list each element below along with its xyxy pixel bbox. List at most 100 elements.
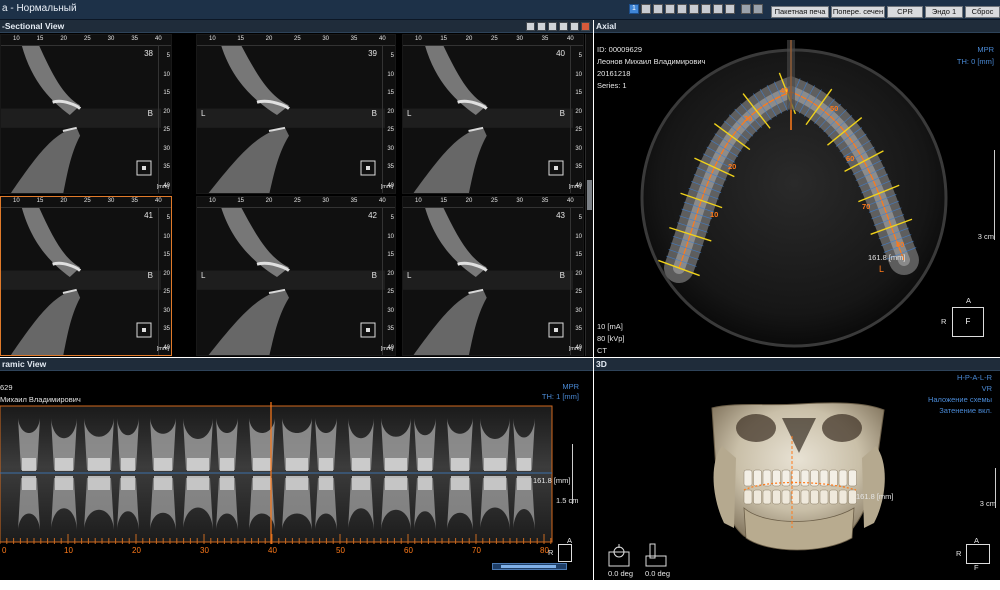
cross-section-left-label: L	[201, 108, 206, 118]
ruler-tick: 30	[107, 198, 115, 204]
arch-label-30: 30	[744, 114, 753, 123]
ruler-tick: 35	[131, 198, 139, 204]
layout-2-button[interactable]	[641, 4, 651, 14]
reset-button[interactable]: Сброс	[965, 6, 1000, 18]
ruler-tick: 15	[36, 198, 44, 204]
3d-rotation-2: 0.0 deg	[645, 569, 671, 578]
pano-axis-label: 10	[64, 546, 73, 555]
ruler-tick: 40	[379, 198, 386, 204]
vruler-tick: 5	[390, 215, 394, 221]
3d-orient-r: R	[956, 549, 962, 558]
3d-measurement: 161.8 [mm]	[856, 492, 894, 501]
pano-axis-label: 0	[2, 546, 7, 555]
ruler-tick: 10	[209, 36, 216, 42]
vruler-tick: 35	[575, 326, 582, 333]
vruler-tick: 5	[578, 53, 582, 59]
axial-image[interactable]	[594, 20, 1000, 357]
cross-section-cell-38[interactable]: 10 15 20 25 30 35 40 5 10 15 20 25 30 35 40 38 B [mm]	[0, 34, 172, 194]
vruler-tick: 15	[163, 90, 170, 97]
layout-1-button[interactable]: 1	[629, 4, 639, 14]
cross-section-unit: [mm]	[156, 184, 169, 190]
3d-orientation-cube[interactable]	[966, 544, 990, 564]
cross-sectional-panel[interactable]: -Sectional View 10 15 20 25 30 35 40 5 10 15 20 25 3…	[0, 20, 593, 357]
cross-section-button[interactable]: Попере. сечен	[831, 6, 885, 18]
panoramic-image[interactable]: 0 10 20 30 40 50 60 70 80	[0, 358, 593, 580]
vruler-tick: 5	[390, 53, 394, 59]
window-title: а - Нормальный	[2, 3, 77, 14]
panel-menu-icon[interactable]	[526, 22, 535, 31]
ruler-tick: 25	[294, 36, 301, 42]
vruler-tick: 15	[387, 252, 394, 259]
ruler-tick: 30	[322, 198, 330, 204]
close-layout-icon[interactable]	[753, 4, 763, 14]
cross-section-vruler: 5 10 15 20 25 30 35 40	[382, 207, 395, 355]
vruler-tick: 25	[163, 289, 170, 296]
vruler-tick: 5	[578, 215, 582, 221]
panel-restore-icon[interactable]	[570, 22, 579, 31]
title-bar: а - Нормальный 1 Пакетная печа Попере. с…	[0, 0, 1000, 20]
cross-section-unit: [mm]	[156, 346, 169, 352]
cross-section-number: 41	[144, 211, 153, 220]
axial-scale: 3 cm	[977, 232, 994, 241]
vruler-tick: 10	[387, 71, 394, 78]
layout-6-button[interactable]	[689, 4, 699, 14]
vruler-tick: 10	[163, 71, 170, 78]
layout-3-button[interactable]	[653, 4, 663, 14]
cross-section-cell-40[interactable]: 10 15 20 25 30 35 40 5 10 15 20 25 30 35 40 40 L B [mm]	[402, 34, 584, 194]
cross-section-number: 42	[368, 211, 377, 220]
cross-section-right-label: B	[371, 270, 377, 280]
pano-mode: MPR	[562, 382, 579, 391]
panel-close-icon[interactable]	[581, 22, 590, 31]
vruler-tick: 30	[387, 145, 394, 152]
layout-8-button[interactable]	[713, 4, 723, 14]
layout-9-button[interactable]	[725, 4, 735, 14]
ruler-tick: 30	[516, 36, 524, 42]
vruler-tick: 30	[163, 145, 170, 152]
screenshot-icon[interactable]	[741, 4, 751, 14]
rotate-vertical-icon[interactable]	[645, 542, 667, 568]
panoramic-panel[interactable]: ramic View 0 10 20 30 40 50 60 70 80 629 Михаил …	[0, 358, 593, 580]
panel-grid-icon[interactable]	[537, 22, 546, 31]
cross-section-vruler: 5 10 15 20 25 30 35 40	[570, 45, 583, 193]
pano-scale-bar	[572, 444, 574, 504]
3d-panel[interactable]: 3D H-P-A-L-R VR Наложение схемы Затенени…	[594, 358, 1000, 580]
ruler-tick: 25	[491, 198, 498, 204]
batch-print-button[interactable]: Пакетная печа	[771, 6, 829, 18]
arch-label-20: 20	[728, 162, 737, 171]
pano-slider[interactable]	[492, 563, 567, 570]
panel-list-icon[interactable]	[548, 22, 557, 31]
cross-section-cell-41[interactable]: 10 15 20 25 30 35 40 5 10 15 20 25 30 35 40 41 B [mm]	[0, 196, 172, 356]
vruler-tick: 25	[575, 127, 582, 134]
layout-4-button[interactable]	[665, 4, 675, 14]
ruler-tick: 20	[265, 198, 273, 204]
cross-section-image	[197, 35, 395, 193]
ruler-tick: 35	[131, 36, 139, 42]
pano-patient-name: Михаил Владимирович	[0, 395, 81, 404]
cross-section-cell-39[interactable]: 10 15 20 25 30 35 40 5 10 15 20 25 30 35 40 39 L B [mm]	[196, 34, 396, 194]
axial-panel[interactable]: Axial ID: 00009629 Леонов Михаил Владими…	[594, 20, 1000, 357]
cross-section-cell-42[interactable]: 10 15 20 25 30 35 40 5 10 15 20 25 30 35 40 42 L B [mm]	[196, 196, 396, 356]
pano-orientation-cube[interactable]	[558, 544, 572, 562]
rotate-horizontal-icon[interactable]	[608, 542, 630, 568]
axial-orientation-cube[interactable]: F	[952, 307, 984, 337]
pano-axis-label: 20	[132, 546, 141, 555]
cross-sectional-scrollbar[interactable]	[585, 34, 593, 356]
cross-section-ruler: 10 15 20 25 30 35 40	[197, 35, 395, 46]
vruler-tick: 20	[575, 108, 582, 115]
axial-measurement: 161.8 [mm]	[868, 253, 906, 262]
3d-orientation: H-P-A-L-R	[957, 373, 992, 382]
endo-button[interactable]: Эндо 1	[925, 6, 963, 18]
layout-5-button[interactable]	[677, 4, 687, 14]
vruler-tick: 20	[387, 270, 394, 277]
cross-section-cell-43[interactable]: 10 15 20 25 30 35 40 5 10 15 20 25 30 35 40 43 L B [mm]	[402, 196, 584, 356]
cross-section-right-label: B	[371, 108, 377, 118]
cross-section-ruler: 10 15 20 25 30 35 40	[403, 35, 583, 46]
panel-minimize-icon[interactable]	[559, 22, 568, 31]
vruler-tick: 20	[387, 108, 394, 115]
ruler-tick: 15	[237, 36, 245, 42]
pano-orient-r: R	[548, 548, 554, 557]
pano-measurement: 161.8 [mm]	[533, 476, 571, 485]
cpr-button[interactable]: CPR	[887, 6, 923, 18]
arch-label-10: 10	[710, 210, 719, 219]
layout-7-button[interactable]	[701, 4, 711, 14]
